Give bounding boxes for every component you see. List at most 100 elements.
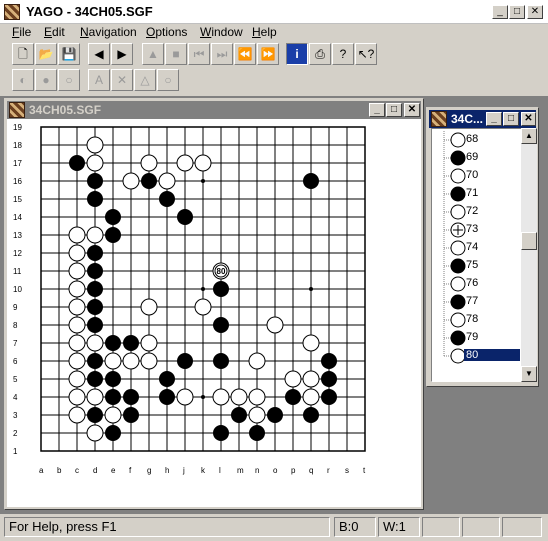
hoshi-point [309, 287, 313, 291]
moves-close-button[interactable]: ✕ [521, 112, 536, 126]
move-list-item[interactable]: 71 [432, 185, 521, 203]
black-stone [213, 281, 229, 297]
black-stone [87, 353, 103, 369]
move-tree-glyph [443, 239, 466, 257]
move-list-item[interactable]: 74 [432, 239, 521, 257]
menu-navigation[interactable]: Navigation [80, 25, 137, 39]
black-stone [105, 209, 121, 225]
minimize-button[interactable]: _ [492, 5, 508, 19]
black-stone [87, 317, 103, 333]
mark-a-button[interactable]: A [88, 69, 110, 91]
board-maximize-button[interactable]: □ [386, 103, 402, 117]
white-stone [68, 262, 86, 280]
mdi-client-area: 34CH05.SGF _ □ ✕ 19 18 17 16 15 14 13 12 11 10 9 8 7… [0, 96, 548, 514]
moves-list[interactable]: 68 69 70 71 72 73 74 75 76 77 78 79 80 [431, 128, 522, 382]
move-tree-glyph [443, 257, 466, 275]
title-bar: YAGO - 34CH05.SGF _ □ ✕ [0, 0, 548, 24]
move-list-item[interactable]: 79 [432, 329, 521, 347]
move-number: 79 [466, 331, 479, 343]
black-stone [123, 335, 139, 351]
board-close-button[interactable]: ✕ [404, 103, 420, 117]
black-stone-button[interactable]: ● [35, 69, 57, 91]
stop-button[interactable]: ■ [165, 43, 187, 65]
scroll-up-button[interactable]: ▲ [521, 128, 537, 144]
app-icon[interactable] [4, 4, 20, 20]
menu-help[interactable]: Help [252, 25, 277, 39]
col-label: r [327, 466, 330, 475]
moves-window: 34C... _ □ ✕ 68 69 70 71 72 73 74 75 76 77 78 79 80 … [426, 107, 539, 387]
move-list-item[interactable]: 77 [432, 293, 521, 311]
print-button[interactable]: ⎙ [309, 43, 331, 65]
new-file-button[interactable]: 🗋 [12, 43, 34, 65]
black-stone [177, 353, 193, 369]
row-label: 4 [13, 393, 18, 402]
board-minimize-button[interactable]: _ [369, 103, 385, 117]
scroll-thumb[interactable] [521, 232, 537, 250]
hoshi-point [201, 287, 205, 291]
prev-move-button[interactable]: ◀ [88, 43, 110, 65]
move-tree-glyph [443, 221, 466, 239]
status-white-captures: W:1 [378, 517, 420, 537]
moves-window-titlebar: 34C... _ □ ✕ [429, 110, 536, 128]
col-label: c [75, 466, 79, 475]
board-window-icon[interactable] [9, 102, 25, 118]
context-help-button[interactable]: ↖? [355, 43, 377, 65]
next-move-button[interactable]: ▶ [111, 43, 133, 65]
up-variation-button[interactable]: ▲ [142, 43, 164, 65]
move-list-item[interactable]: 73 [432, 221, 521, 239]
fast-back-button[interactable]: ⏪ [234, 43, 256, 65]
moves-window-title: 34C... [451, 112, 484, 126]
moves-maximize-button[interactable]: □ [503, 112, 519, 126]
black-stone [105, 227, 121, 243]
col-label: l [219, 466, 221, 475]
move-list-item[interactable]: 68 [432, 131, 521, 149]
move-list-item[interactable]: 76 [432, 275, 521, 293]
moves-minimize-button[interactable]: _ [486, 112, 502, 126]
move-tree-glyph [443, 185, 466, 203]
move-list-item[interactable]: 80 [432, 347, 521, 365]
row-label: 17 [13, 159, 22, 168]
white-stone [68, 334, 86, 352]
go-board[interactable]: 19 18 17 16 15 14 13 12 11 10 9 8 7 6 5 4 3 2 1 a b c d e f g h j k l… [7, 119, 421, 507]
mark-circle-button[interactable]: ○ [157, 69, 179, 91]
menu-file[interactable]: File [12, 25, 31, 39]
white-stone [140, 334, 158, 352]
move-number: 76 [466, 277, 479, 289]
move-list-item[interactable]: 69 [432, 149, 521, 167]
white-stone [302, 388, 320, 406]
moves-window-icon[interactable] [431, 111, 447, 127]
move-number: 77 [466, 295, 479, 307]
move-list-item[interactable]: 70 [432, 167, 521, 185]
white-stone [302, 334, 320, 352]
move-list-item[interactable]: 75 [432, 257, 521, 275]
move-list-item[interactable]: 72 [432, 203, 521, 221]
menu-options[interactable]: Options [146, 25, 187, 39]
edit-toolbar: ◐ ● ○ A ✕ △ ○ [0, 68, 548, 92]
move-list-item[interactable]: 78 [432, 311, 521, 329]
black-stone [213, 425, 229, 441]
close-button[interactable]: ✕ [527, 5, 543, 19]
alternate-stones-button[interactable]: ◐ [12, 69, 34, 91]
menu-edit[interactable]: Edit [44, 25, 65, 39]
mark-triangle-button[interactable]: △ [134, 69, 156, 91]
fast-forward-button[interactable]: ⏩ [257, 43, 279, 65]
first-move-button[interactable]: ⏮ [188, 43, 210, 65]
save-file-button[interactable]: 💾 [58, 43, 80, 65]
maximize-button[interactable]: □ [509, 5, 525, 19]
last-move-button[interactable]: ⏭ [211, 43, 233, 65]
white-stone [302, 370, 320, 388]
scroll-down-button[interactable]: ▼ [521, 366, 537, 382]
help-button[interactable]: ? [332, 43, 354, 65]
white-stone-button[interactable]: ○ [58, 69, 80, 91]
black-stone [105, 389, 121, 405]
info-button[interactable]: i [286, 43, 308, 65]
menu-window[interactable]: Window [200, 25, 243, 39]
black-stone [321, 371, 337, 387]
row-label: 5 [13, 375, 18, 384]
move-number: 73 [466, 223, 479, 235]
open-file-button[interactable]: 📂 [35, 43, 57, 65]
moves-scrollbar[interactable]: ▲ ▼ [521, 128, 537, 382]
col-label: b [57, 466, 62, 475]
move-number: 71 [466, 187, 479, 199]
mark-x-button[interactable]: ✕ [111, 69, 133, 91]
